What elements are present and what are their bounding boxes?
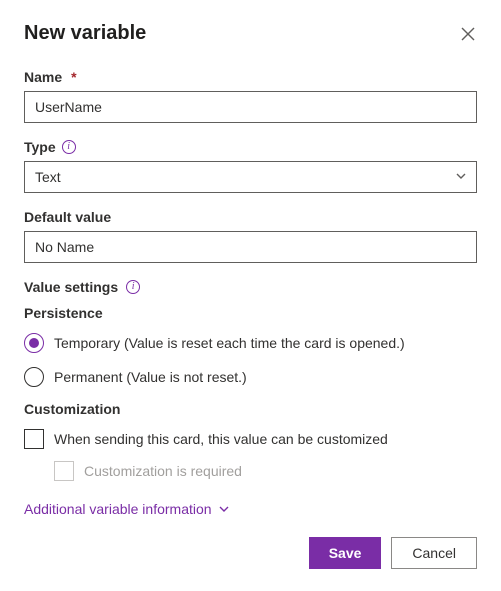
radio-icon [24,367,44,387]
name-input[interactable] [24,91,477,123]
checkbox-icon [54,461,74,481]
info-icon[interactable]: i [62,140,76,154]
save-button[interactable]: Save [309,537,382,569]
type-select[interactable] [24,161,477,193]
dialog-title: New variable [24,22,146,45]
checkbox-custom-required-label: Customization is required [84,463,242,479]
checkbox-icon [24,429,44,449]
value-settings-label: Value settings i [24,279,477,295]
name-label: Name* [24,69,477,85]
type-label: Type i [24,139,477,155]
persistence-label: Persistence [24,305,477,321]
checkbox-custom-required: Customization is required [54,461,477,481]
close-icon [461,27,475,41]
default-input[interactable] [24,231,477,263]
radio-temporary-label: Temporary (Value is reset each time the … [54,335,405,351]
close-button[interactable] [459,25,477,43]
customization-label: Customization [24,401,477,417]
radio-temporary[interactable]: Temporary (Value is reset each time the … [24,333,477,353]
additional-info-toggle[interactable]: Additional variable information [24,501,230,517]
checkbox-send-custom[interactable]: When sending this card, this value can b… [24,429,477,449]
chevron-down-icon [218,503,230,515]
cancel-button[interactable]: Cancel [391,537,477,569]
radio-permanent[interactable]: Permanent (Value is not reset.) [24,367,477,387]
checkbox-send-custom-label: When sending this card, this value can b… [54,431,388,447]
info-icon[interactable]: i [126,280,140,294]
default-label: Default value [24,209,477,225]
required-indicator: * [71,69,76,85]
radio-permanent-label: Permanent (Value is not reset.) [54,369,247,385]
radio-icon [24,333,44,353]
